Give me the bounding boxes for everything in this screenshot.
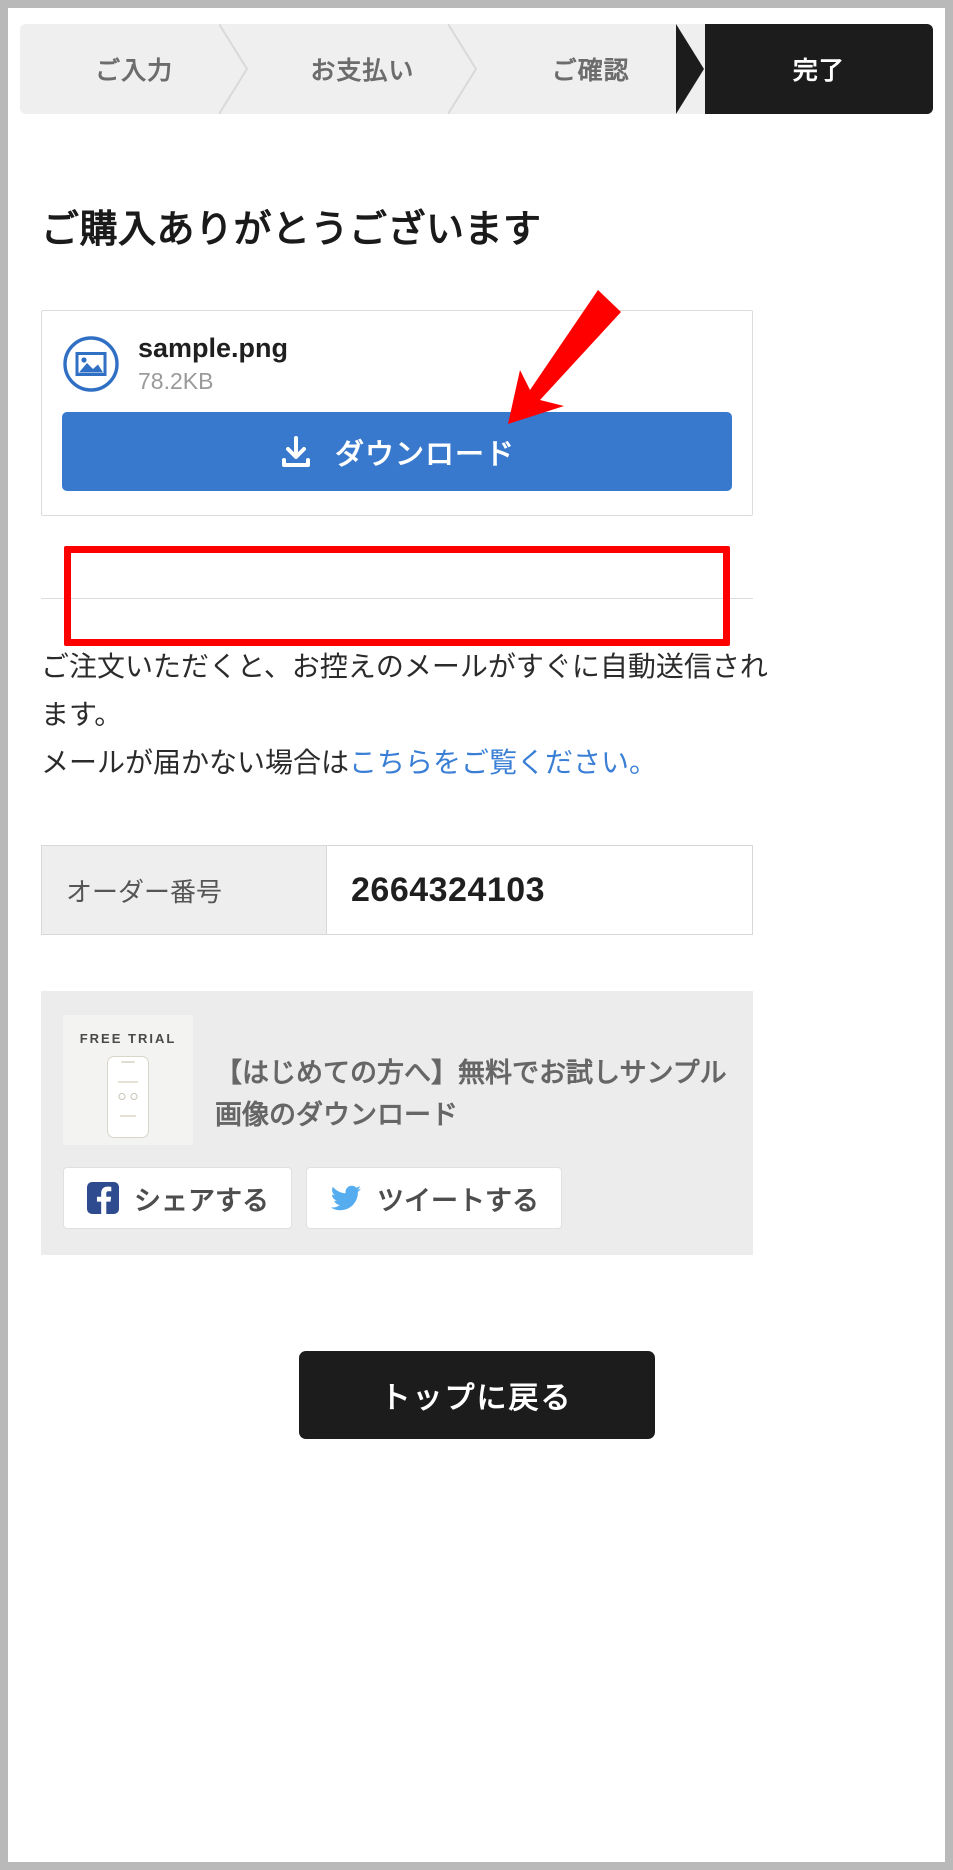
step-item-input[interactable]: ご入力 (20, 24, 249, 114)
download-button[interactable]: ダウンロード (62, 412, 732, 491)
order-number-value: 2664324103 (326, 845, 753, 936)
share-button-row: シェアする ツイートする (63, 1167, 731, 1230)
promo-thumbnail[interactable]: FREE TRIAL (63, 1015, 193, 1146)
step-item-confirm[interactable]: ご確認 (476, 24, 705, 114)
download-card: sample.png 78.2KB ダウンロード (41, 310, 753, 516)
download-button-label: ダウンロード (334, 438, 515, 471)
facebook-share-label: シェアする (134, 1185, 269, 1216)
file-name: sample.png (138, 333, 289, 363)
page-screen: ご入力 お支払い ご確認 完了 ご購入ありがとうございます sample.png… (0, 0, 953, 1870)
file-meta: sample.png 78.2KB (138, 333, 288, 395)
step-chevron-icon (447, 24, 477, 114)
step-item-payment[interactable]: お支払い (248, 24, 477, 114)
facebook-icon (87, 1182, 119, 1215)
step-item-complete[interactable]: 完了 (704, 24, 933, 114)
section-divider (41, 598, 753, 599)
back-to-top-button[interactable]: トップに戻る (298, 1351, 655, 1440)
step-chevron-icon (219, 24, 249, 114)
promo-row[interactable]: FREE TRIAL 【はじめての方へ】無料でお試しサンプル画像のダウンロード (63, 1015, 731, 1146)
twitter-share-button[interactable]: ツイートする (306, 1167, 562, 1230)
step-label: お支払い (310, 57, 415, 85)
file-size: 78.2KB (138, 368, 214, 394)
facebook-share-button[interactable]: シェアする (63, 1167, 292, 1230)
notice-line-2: ます。 (41, 699, 123, 731)
step-label: ご確認 (551, 57, 630, 85)
step-chevron-icon (675, 24, 704, 114)
order-number-label: オーダー番号 (41, 845, 327, 936)
twitter-share-label: ツイートする (377, 1185, 539, 1216)
step-label: ご入力 (95, 57, 174, 85)
twitter-icon (330, 1186, 361, 1211)
notice-line-3-prefix: メールが届かない場合は (41, 747, 350, 779)
image-file-icon (63, 336, 119, 392)
promo-text: 【はじめての方へ】無料でお試しサンプル画像のダウンロード (215, 1058, 727, 1131)
page-content: ご購入ありがとうございます sample.png 78.2KB ダウンロード ご… (8, 114, 945, 1440)
file-info-row: sample.png 78.2KB (62, 333, 732, 395)
download-icon (281, 435, 310, 467)
promo-panel: FREE TRIAL 【はじめての方へ】無料でお試しサンプル画像のダウンロード (41, 991, 753, 1256)
email-help-link[interactable]: こちらをご覧ください。 (349, 747, 657, 778)
page-title: ご購入ありがとうございます (41, 209, 542, 251)
checkout-step-indicator: ご入力 お支払い ご確認 完了 (20, 24, 933, 114)
notice-line-1: ご注文いただくと、お控えのメールがすぐに自動送信され (41, 651, 768, 682)
email-notice-text: ご注文いただくと、お控えのメールがすぐに自動送信され ます。 メールが届かない場… (41, 643, 771, 787)
table-row: オーダー番号 2664324103 (41, 845, 753, 936)
order-number-table: オーダー番号 2664324103 (41, 845, 753, 936)
phone-mockup-icon (107, 1056, 149, 1139)
promo-thumb-label: FREE TRIAL (79, 1031, 177, 1047)
step-label: 完了 (792, 57, 845, 85)
